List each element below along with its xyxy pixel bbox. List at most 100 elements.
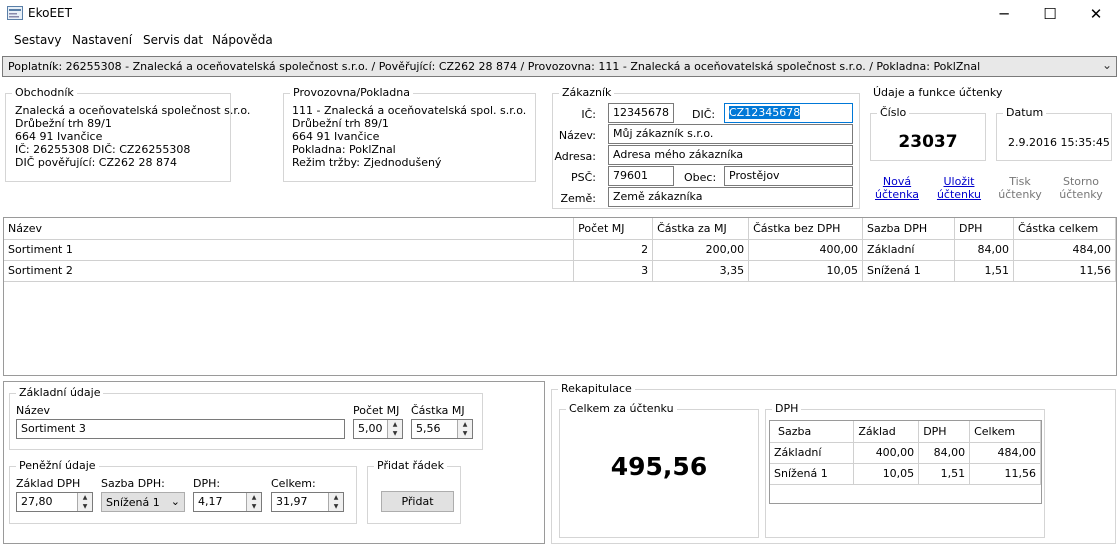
item-name-field[interactable]: Sortiment 3 (16, 419, 345, 439)
quantity-stepper[interactable]: 5,00 ▲ ▼ (353, 419, 403, 439)
table-row[interactable]: Sortiment 1 2 200,00 400,00 Základní 84,… (4, 239, 1117, 261)
dic-value: CZ12345678 (729, 106, 801, 119)
customer-country-field[interactable]: Země zákazníka (608, 187, 853, 207)
ic-field[interactable]: 12345678 (608, 103, 674, 123)
cancel-receipt-link[interactable]: Storno účtenky (1055, 175, 1107, 201)
establishment-name: 111 - Znalecká a oceňovatelská spol. s.r… (292, 104, 527, 117)
maximize-button[interactable]: ☐ (1027, 0, 1073, 28)
dic-field[interactable]: CZ12345678 (724, 103, 853, 123)
total-stepper[interactable]: 31,97 ▲ ▼ (271, 492, 344, 512)
spin-up-icon[interactable]: ▲ (388, 420, 402, 429)
table-row[interactable]: Snížená 1 10,05 1,51 11,56 (770, 463, 1041, 485)
vat-amount-spin-buttons[interactable]: ▲ ▼ (246, 493, 261, 511)
psc-label: PSČ: (570, 171, 596, 184)
col-celkem[interactable]: Částka celkem (1013, 218, 1117, 240)
print-receipt-line1: Tisk (1009, 175, 1031, 188)
vat-cell-zaklad: 10,05 (853, 463, 920, 485)
col-sazba[interactable]: Sazba DPH (862, 218, 955, 240)
add-row-group: Přidat řádek Přidat (367, 459, 461, 524)
unit-price-stepper[interactable]: 5,56 ▲ ▼ (411, 419, 473, 439)
table-row[interactable]: Sortiment 2 3 3,35 10,05 Snížená 1 1,51 … (4, 260, 1117, 282)
col-castka-mj[interactable]: Částka za MJ (652, 218, 750, 240)
col-pocet[interactable]: Počet MJ (573, 218, 654, 240)
customer-name-field[interactable]: Můj zákazník s.r.o. (608, 124, 853, 144)
vat-cell-sazba: Snížená 1 (770, 463, 855, 485)
menu-sestavy[interactable]: Sestavy (14, 33, 62, 47)
spin-down-icon[interactable]: ▼ (247, 502, 261, 511)
receipt-date-label: Datum (1003, 106, 1047, 119)
unit-price-spin-buttons[interactable]: ▲ ▼ (457, 420, 472, 438)
vat-header-row: Sazba Základ DPH Celkem (770, 421, 1041, 443)
close-button[interactable]: ✕ (1073, 0, 1119, 28)
save-receipt-link[interactable]: Uložit účtenku (933, 175, 985, 201)
vat-base-value: 27,80 (21, 495, 53, 508)
spin-up-icon[interactable]: ▲ (247, 493, 261, 502)
spin-up-icon[interactable]: ▲ (329, 493, 343, 502)
items-grid[interactable]: Název Počet MJ Částka za MJ Částka bez D… (3, 217, 1117, 376)
quantity-label: Počet MJ (353, 404, 400, 417)
total-spin-buttons[interactable]: ▲ ▼ (328, 493, 343, 511)
vat-col-celkem[interactable]: Celkem (969, 421, 1041, 443)
cash-register-select-value: Poplatník: 26255308 - Znalecká a oceňova… (8, 60, 981, 73)
quantity-spin-buttons[interactable]: ▲ ▼ (387, 420, 402, 438)
spin-down-icon[interactable]: ▼ (458, 429, 472, 438)
cell-castka-mj: 3,35 (652, 260, 750, 282)
col-bez-dph[interactable]: Částka bez DPH (748, 218, 864, 240)
print-receipt-line2: účtenky (998, 188, 1042, 201)
establishment-city: 664 91 Ivančice (292, 130, 380, 143)
vat-cell-celkem: 11,56 (969, 463, 1041, 485)
quantity-value: 5,00 (358, 422, 383, 435)
vat-amount-stepper[interactable]: 4,17 ▲ ▼ (193, 492, 262, 512)
items-table: Název Počet MJ Částka za MJ Částka bez D… (4, 218, 1117, 282)
spin-down-icon[interactable]: ▼ (78, 502, 92, 511)
vat-col-zaklad[interactable]: Základ (853, 421, 920, 443)
spin-up-icon[interactable]: ▲ (458, 420, 472, 429)
cancel-receipt-line2: účtenky (1059, 188, 1103, 201)
receipt-title: Údaje a funkce účtenky (870, 86, 1006, 99)
window-title: EkoEET (28, 6, 72, 20)
vat-summary-grid[interactable]: Sazba Základ DPH Celkem Základní 400,00 … (769, 420, 1042, 504)
cell-dph: 84,00 (954, 239, 1014, 261)
establishment-title: Provozovna/Pokladna (290, 86, 413, 99)
minimize-button[interactable]: ─ (981, 0, 1027, 28)
customer-city-field[interactable]: Prostějov (724, 166, 853, 186)
total-label: Celkem: (271, 477, 316, 490)
new-receipt-link[interactable]: Nová účtenka (871, 175, 923, 201)
vat-base-stepper[interactable]: 27,80 ▲ ▼ (16, 492, 93, 512)
menu-nastaveni[interactable]: Nastavení (72, 33, 132, 47)
total-value: 31,97 (276, 495, 308, 508)
cell-sazba: Základní (862, 239, 955, 261)
vat-base-spin-buttons[interactable]: ▲ ▼ (77, 493, 92, 511)
customer-zip-field[interactable]: 79601 (608, 166, 674, 186)
vat-col-dph[interactable]: DPH (918, 421, 971, 443)
spin-down-icon[interactable]: ▼ (329, 502, 343, 511)
vat-col-sazba[interactable]: Sazba (770, 421, 855, 443)
app-icon (7, 6, 23, 20)
cash-register-select[interactable]: Poplatník: 26255308 - Znalecká a oceňova… (2, 56, 1117, 77)
merchant-title: Obchodník (12, 86, 77, 99)
merchant-city: 664 91 Ivančice (15, 130, 103, 143)
basic-data-group: Základní údaje Název Sortiment 3 Počet M… (9, 386, 483, 450)
money-data-title: Peněžní údaje (16, 459, 99, 472)
new-receipt-line2: účtenka (875, 188, 919, 201)
spin-up-icon[interactable]: ▲ (78, 493, 92, 502)
table-row[interactable]: Základní 400,00 84,00 484,00 (770, 442, 1041, 464)
col-nazev[interactable]: Název (4, 218, 575, 240)
add-row-title: Přidat řádek (374, 459, 447, 472)
vat-rate-select[interactable]: Snížená 1 ⌄ (101, 492, 185, 512)
customer-address-field[interactable]: Adresa mého zákazníka (608, 145, 853, 165)
unit-price-value: 5,56 (416, 422, 441, 435)
vat-base-label: Základ DPH (16, 477, 81, 490)
vat-summary-table: Sazba Základ DPH Celkem Základní 400,00 … (770, 421, 1041, 485)
vat-cell-dph: 1,51 (918, 463, 971, 485)
col-dph[interactable]: DPH (954, 218, 1014, 240)
print-receipt-link[interactable]: Tisk účtenky (994, 175, 1046, 201)
vat-cell-celkem: 484,00 (969, 442, 1041, 464)
menu-servis-dat[interactable]: Servis dat (143, 33, 203, 47)
cell-celkem: 484,00 (1013, 239, 1117, 261)
receipt-number: 23037 (898, 132, 958, 152)
vat-cell-sazba: Základní (770, 442, 855, 464)
menu-napoveda[interactable]: Nápověda (212, 33, 273, 47)
add-button[interactable]: Přidat (381, 491, 454, 512)
spin-down-icon[interactable]: ▼ (388, 429, 402, 438)
